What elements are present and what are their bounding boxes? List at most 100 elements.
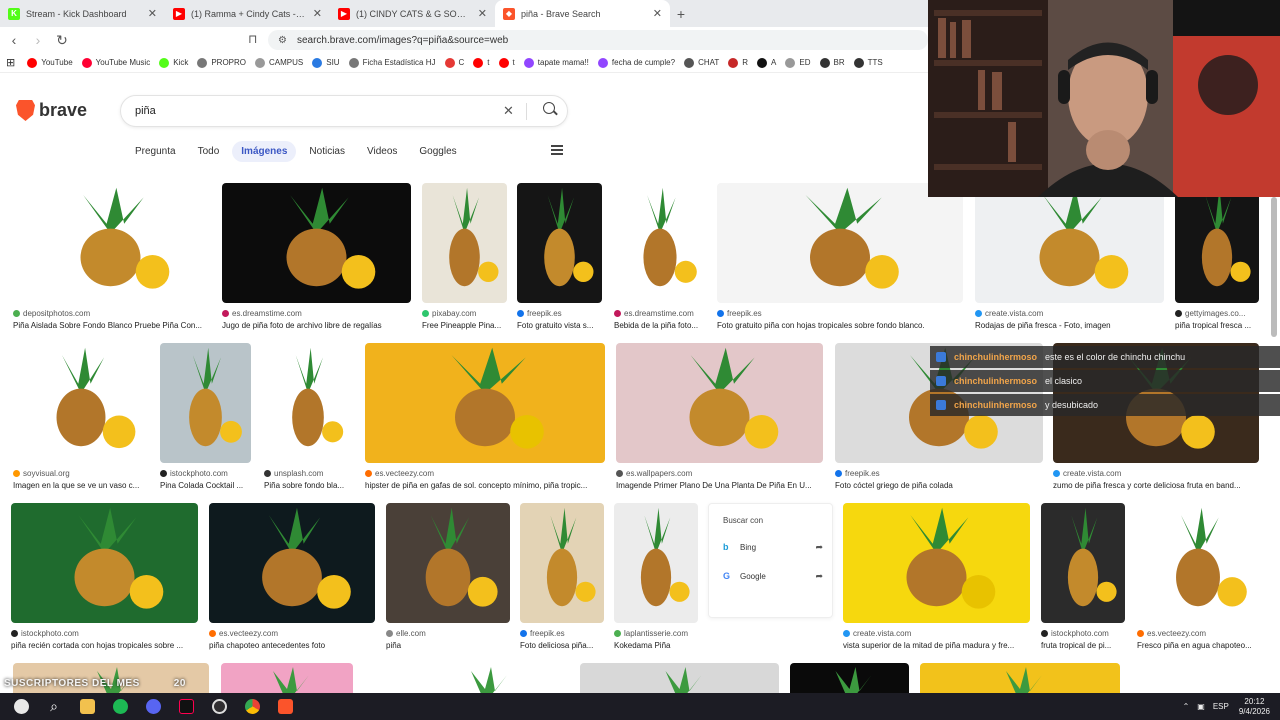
bookmark-item[interactable]: SIU: [312, 57, 340, 68]
image-result[interactable]: [520, 503, 604, 623]
bookmark-item[interactable]: YouTube: [27, 57, 73, 68]
result-caption[interactable]: hipster de piña en gafas de sol. concept…: [365, 481, 605, 490]
bookmark-icon[interactable]: ⊓: [248, 32, 257, 46]
image-result[interactable]: [422, 183, 507, 303]
image-result[interactable]: [920, 663, 1120, 693]
filter-tab-0[interactable]: Pregunta: [126, 141, 185, 162]
result-source[interactable]: soyvisual.org: [13, 469, 149, 478]
result-source[interactable]: create.vista.com: [843, 629, 1030, 638]
chrome-icon[interactable]: [240, 695, 264, 719]
tab-close-icon[interactable]: ✕: [313, 7, 322, 20]
back-icon[interactable]: ‹: [4, 32, 24, 48]
bookmark-item[interactable]: tapate mama!!: [523, 57, 589, 68]
search-icon[interactable]: ⌕: [42, 695, 66, 719]
search-icon[interactable]: [543, 102, 555, 114]
result-source[interactable]: freepik.es: [717, 309, 963, 318]
result-caption[interactable]: Imagende Primer Plano De Una Planta De P…: [616, 481, 823, 490]
result-source[interactable]: es.wallpapers.com: [616, 469, 823, 478]
filter-settings-icon[interactable]: [551, 145, 563, 155]
result-source[interactable]: elle.com: [386, 629, 510, 638]
result-caption[interactable]: Foto gratuito piña con hojas tropicales …: [717, 321, 963, 330]
image-result[interactable]: [843, 503, 1030, 623]
result-source[interactable]: create.vista.com: [975, 309, 1164, 318]
result-source[interactable]: istockphoto.com: [160, 469, 251, 478]
result-caption[interactable]: Bebida de la piña foto...: [614, 321, 706, 330]
language-indicator[interactable]: ESP: [1213, 702, 1229, 711]
result-caption[interactable]: Piña Aislada Sobre Fondo Blanco Pruebe P…: [13, 321, 208, 330]
bookmark-item[interactable]: TTS: [853, 57, 883, 68]
result-caption[interactable]: Foto deliciosa piña...: [520, 641, 604, 650]
image-result[interactable]: [264, 343, 352, 463]
bookmark-item[interactable]: PROPRO: [197, 57, 246, 68]
bookmark-item[interactable]: YouTube Music: [81, 57, 150, 68]
image-result[interactable]: [365, 343, 605, 463]
share-arrow-icon[interactable]: ➦: [815, 542, 823, 553]
result-caption[interactable]: Fresco piña en agua chapoteo...: [1137, 641, 1259, 650]
file-explorer-icon[interactable]: [75, 695, 99, 719]
image-result[interactable]: [616, 343, 823, 463]
image-result[interactable]: [221, 663, 353, 693]
result-caption[interactable]: Rodajas de piña fresca - Foto, imagen: [975, 321, 1164, 330]
result-source[interactable]: freepik.es: [520, 629, 604, 638]
tab-3[interactable]: ◆ piña - Brave Search ✕: [495, 0, 670, 27]
image-result[interactable]: [1041, 503, 1125, 623]
bookmark-item[interactable]: fecha de cumple?: [597, 57, 675, 68]
filter-tab-3[interactable]: Noticias: [300, 141, 354, 162]
search-input[interactable]: [135, 102, 495, 120]
image-result[interactable]: [517, 183, 602, 303]
result-source[interactable]: gettyimages.co...: [1175, 309, 1259, 318]
cloud-icon[interactable]: [9, 695, 33, 719]
tiktok-icon[interactable]: [174, 695, 198, 719]
forward-icon[interactable]: ›: [28, 32, 48, 48]
result-caption[interactable]: Imagen en la que se ve un vaso c...: [13, 481, 149, 490]
result-source[interactable]: laplantisserie.com: [614, 629, 698, 638]
image-result[interactable]: [160, 343, 251, 463]
site-settings-icon[interactable]: ⚙: [278, 35, 287, 46]
discord-icon[interactable]: [141, 695, 165, 719]
image-result[interactable]: [386, 503, 510, 623]
image-result[interactable]: [209, 503, 375, 623]
result-source[interactable]: es.dreamstime.com: [614, 309, 706, 318]
result-source[interactable]: es.dreamstime.com: [222, 309, 411, 318]
image-result[interactable]: [1137, 503, 1259, 623]
result-source[interactable]: es.vecteezy.com: [1137, 629, 1259, 638]
filter-tab-1[interactable]: Todo: [189, 141, 229, 162]
image-result[interactable]: [717, 183, 963, 303]
new-tab-button[interactable]: +: [670, 0, 692, 27]
bookmark-item[interactable]: ED: [785, 57, 811, 68]
bookmark-item[interactable]: A: [757, 57, 776, 68]
filter-tab-4[interactable]: Videos: [358, 141, 406, 162]
image-result[interactable]: [580, 663, 779, 693]
result-source[interactable]: es.vecteezy.com: [209, 629, 375, 638]
image-result[interactable]: [420, 663, 550, 693]
result-source[interactable]: istockphoto.com: [1041, 629, 1125, 638]
result-caption[interactable]: piña tropical fresca ...: [1175, 321, 1259, 330]
image-result[interactable]: [13, 343, 149, 463]
result-source[interactable]: es.vecteezy.com: [365, 469, 605, 478]
tray-apps-icon[interactable]: ▣: [1197, 702, 1205, 711]
image-result[interactable]: [13, 183, 208, 303]
reload-icon[interactable]: ↻: [52, 32, 72, 49]
result-source[interactable]: istockphoto.com: [11, 629, 198, 638]
result-caption[interactable]: piña chapoteo antecedentes foto: [209, 641, 375, 650]
scrollbar[interactable]: [1271, 197, 1277, 337]
result-caption[interactable]: Piña sobre fondo bla...: [264, 481, 352, 490]
image-result[interactable]: [614, 183, 706, 303]
result-source[interactable]: create.vista.com: [1053, 469, 1259, 478]
result-caption[interactable]: Foto gratuito vista s...: [517, 321, 602, 330]
brave-logo[interactable]: brave: [16, 100, 87, 121]
tray-chevron-icon[interactable]: ⌃: [1183, 702, 1190, 711]
bookmark-item[interactable]: BR: [819, 57, 845, 68]
obs-icon[interactable]: [207, 695, 231, 719]
brave-icon[interactable]: [273, 695, 297, 719]
apps-grid-icon[interactable]: ⊞: [6, 56, 15, 69]
bookmark-item[interactable]: Ficha Estadística HJ: [348, 57, 436, 68]
result-caption[interactable]: piña: [386, 641, 510, 650]
result-caption[interactable]: Pina Colada Cocktail ...: [160, 481, 251, 490]
filter-tab-2[interactable]: Imágenes: [232, 141, 297, 162]
image-result[interactable]: [11, 503, 198, 623]
spotify-icon[interactable]: [108, 695, 132, 719]
result-caption[interactable]: Free Pineapple Pina...: [422, 321, 507, 330]
result-source[interactable]: freepik.es: [835, 469, 1043, 478]
bookmark-item[interactable]: t: [498, 57, 515, 68]
